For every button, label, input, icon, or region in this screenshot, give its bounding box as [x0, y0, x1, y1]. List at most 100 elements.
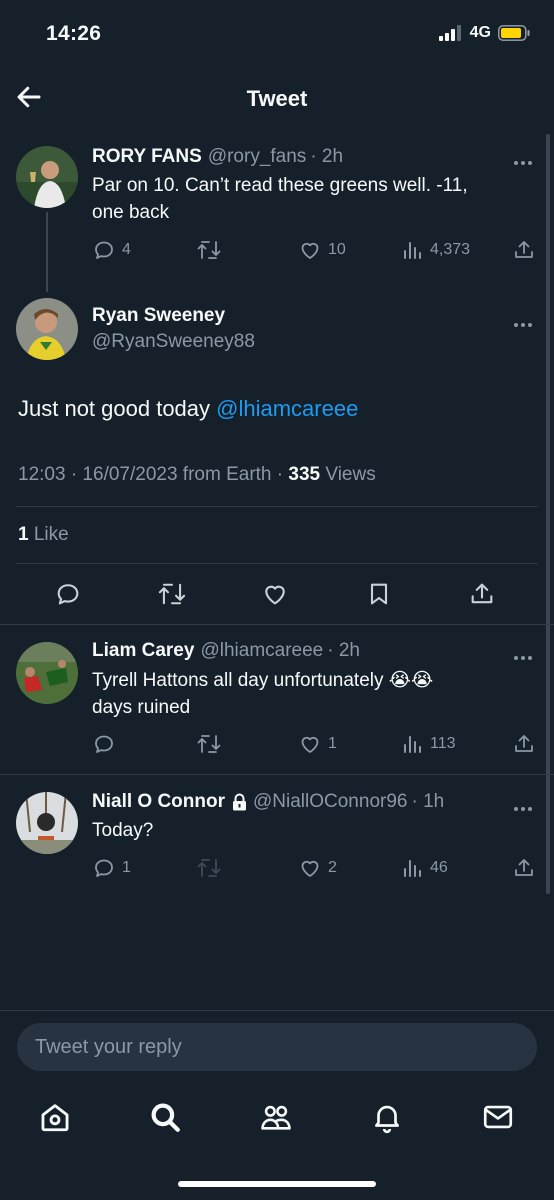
tweet-meta: 12:03 · 16/07/2023 from Earth · 335 View…: [18, 464, 376, 486]
reply-button[interactable]: [54, 580, 82, 608]
reply-count: 4: [122, 241, 131, 258]
reply-button[interactable]: [92, 732, 116, 756]
bookmark-icon: [370, 583, 388, 605]
nav-communities[interactable]: [259, 1100, 293, 1134]
author-handle[interactable]: @lhiamcareee: [200, 640, 323, 662]
reply-icon: [95, 241, 113, 259]
tweet-text-line: one back: [92, 202, 170, 223]
home-indicator: [178, 1181, 376, 1187]
share-icon: [471, 583, 493, 604]
like-count: 2: [328, 859, 337, 876]
share-button[interactable]: [512, 238, 536, 262]
share-button[interactable]: [468, 580, 496, 608]
more-icon[interactable]: [514, 647, 536, 660]
divider: [0, 774, 554, 775]
author-handle[interactable]: @rory_fans: [208, 146, 307, 168]
more-icon[interactable]: [514, 798, 536, 811]
views-icon: [404, 860, 421, 877]
mention-link[interactable]: @lhiamcareee: [216, 396, 358, 421]
like-count: 10: [328, 241, 346, 258]
lock-icon: [233, 793, 246, 811]
share-icon: [515, 241, 533, 258]
reply-button[interactable]: 1: [92, 856, 131, 880]
like-count: 1: [328, 735, 337, 752]
reply-button[interactable]: 4: [92, 238, 131, 262]
views-button[interactable]: 46: [402, 856, 448, 880]
nav-notifications[interactable]: [370, 1100, 404, 1134]
page-title: Tweet: [246, 86, 308, 111]
author-name[interactable]: Niall O Connor: [92, 791, 225, 813]
tweet-age: · 2h: [310, 146, 344, 167]
nav-search[interactable]: [148, 1100, 182, 1134]
tweet-age: · 2h: [327, 640, 360, 661]
avatar[interactable]: [16, 792, 78, 854]
bottom-nav: [0, 1098, 554, 1138]
like-label: Like: [28, 524, 69, 545]
view-count: 113: [430, 735, 456, 752]
author-name[interactable]: Ryan Sweeney: [92, 305, 225, 327]
retweet-icon: [197, 241, 221, 259]
divider: [0, 624, 554, 625]
nav-home[interactable]: [38, 1100, 72, 1134]
tweet-author-handle-line: @RyanSweeney88: [92, 331, 255, 353]
like-total: 1: [18, 524, 29, 545]
views-icon: [404, 242, 421, 259]
share-button[interactable]: [512, 732, 536, 756]
network-label: 4G: [469, 24, 491, 41]
views-icon: [404, 736, 421, 753]
reply-input[interactable]: Tweet your reply: [17, 1023, 537, 1071]
like-button[interactable]: 2: [298, 856, 337, 880]
divider: [0, 1010, 554, 1011]
reply-icon: [95, 735, 113, 753]
tweet-text: Tyrell Hattons all day unfortunately 😭😭 …: [92, 667, 433, 721]
like-icon: [301, 242, 319, 259]
avatar[interactable]: [16, 298, 78, 360]
avatar[interactable]: [16, 642, 78, 704]
author-handle[interactable]: @NiallOConnor96: [253, 791, 407, 813]
tweet-age: · 1h: [411, 791, 445, 812]
tweet-text: Today?: [92, 817, 153, 844]
bookmark-button[interactable]: [365, 580, 393, 608]
likes-summary[interactable]: 1 Like: [18, 524, 69, 546]
views-button[interactable]: 4,373: [402, 238, 470, 262]
views-count: 335: [288, 464, 321, 485]
retweet-button[interactable]: [196, 238, 222, 262]
tweet-actions: 1 2 46: [92, 856, 536, 880]
retweet-icon: [197, 859, 221, 877]
like-icon: [265, 585, 285, 605]
share-button[interactable]: [512, 856, 536, 880]
view-count: 4,373: [430, 241, 471, 258]
tweet-author-line: RORY FANS @rory_fans · 2h: [92, 146, 343, 168]
like-icon: [301, 736, 319, 753]
nav-messages[interactable]: [481, 1100, 515, 1134]
like-button[interactable]: [261, 580, 289, 608]
reply-count: 1: [122, 859, 131, 876]
tweet-author-line: Niall O Connor @NiallOConnor96 · 1h: [92, 791, 444, 813]
reply-icon: [57, 584, 79, 605]
author-handle[interactable]: @RyanSweeney88: [92, 331, 255, 353]
notifications-icon: [375, 1105, 399, 1134]
thread-line: [46, 212, 48, 292]
battery-icon: [498, 25, 530, 41]
signal-icon: [438, 25, 461, 41]
more-icon[interactable]: [514, 152, 536, 165]
views-button[interactable]: 113: [402, 732, 456, 756]
like-button[interactable]: 1: [298, 732, 337, 756]
author-name[interactable]: Liam Carey: [92, 640, 194, 662]
more-icon[interactable]: [514, 314, 536, 327]
like-button[interactable]: 10: [298, 238, 346, 262]
avatar[interactable]: [16, 146, 78, 208]
author-name[interactable]: RORY FANS: [92, 146, 202, 168]
retweet-button[interactable]: [196, 732, 222, 756]
scrollbar[interactable]: [546, 134, 550, 894]
communities-icon: [261, 1105, 291, 1130]
views-label: Views: [320, 464, 376, 485]
tweet-text-line: Tyrell Hattons all day unfortunately 😭😭: [92, 670, 434, 691]
like-icon: [301, 860, 319, 877]
share-icon: [515, 735, 533, 752]
retweet-button: [196, 856, 222, 880]
retweet-button[interactable]: [157, 580, 187, 608]
status-indicators: 4G: [438, 24, 530, 42]
view-count: 46: [430, 859, 448, 876]
main-tweet-actions: [0, 580, 554, 610]
